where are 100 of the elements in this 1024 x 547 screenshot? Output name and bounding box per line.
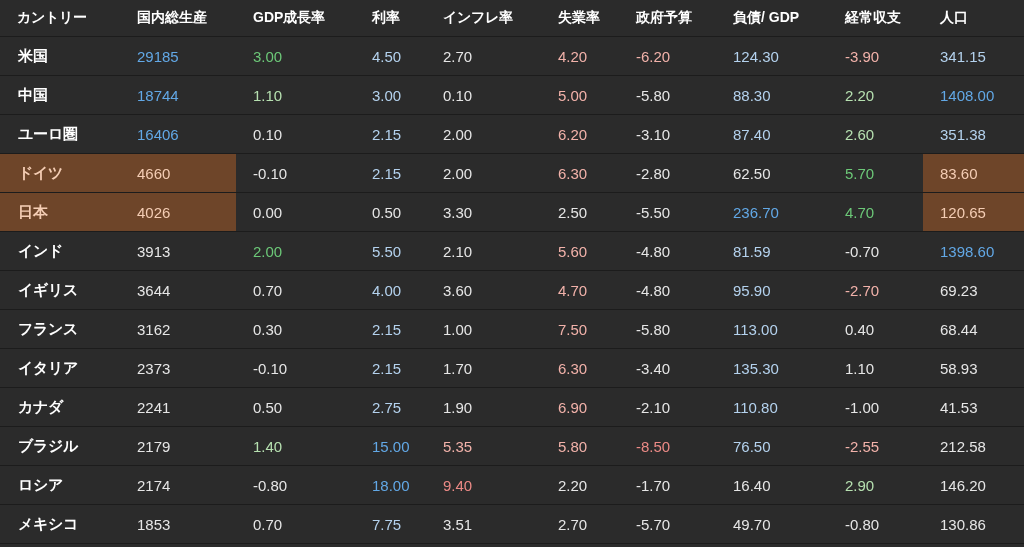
cell-value: 2.00 <box>443 164 473 182</box>
cell-value: 0.30 <box>253 320 283 338</box>
column-header: 負債/ GDP <box>732 8 801 27</box>
cell-value: 16.40 <box>733 476 771 494</box>
cell-value: 2.15 <box>372 359 402 377</box>
cell-value: 2.15 <box>372 125 402 143</box>
cell-value: 15.00 <box>372 437 410 455</box>
cell-value: -0.80 <box>845 515 880 533</box>
cell-value: 6.30 <box>558 359 588 377</box>
country-name: イギリス <box>18 280 78 300</box>
cell-value: 41.53 <box>940 398 978 416</box>
cell-value: 212.58 <box>940 437 986 455</box>
cell-value: -1.70 <box>636 476 671 494</box>
cell-value: 3.51 <box>443 515 473 533</box>
cell-value: 4.70 <box>845 203 875 221</box>
cell-value: 1398.60 <box>940 242 995 260</box>
cell-value: -0.10 <box>253 359 288 377</box>
cell-value: 5.60 <box>558 242 588 260</box>
column-header: 国内総生産 <box>136 8 208 27</box>
cell-value: 0.70 <box>253 281 283 299</box>
cell-value: 2179 <box>137 437 171 455</box>
cell-value: 113.00 <box>733 320 778 338</box>
column-header: 失業率 <box>557 8 601 27</box>
cell-value: 3.60 <box>443 281 473 299</box>
cell-value: 5.80 <box>558 437 588 455</box>
cell-value: 81.59 <box>733 242 771 260</box>
country-name: 米国 <box>18 46 48 66</box>
cell-value: 2.20 <box>558 476 588 494</box>
country-name: 中国 <box>18 85 48 105</box>
cell-value: 0.50 <box>253 398 283 416</box>
cell-value: 5.50 <box>372 242 402 260</box>
cell-value: 2.75 <box>372 398 402 416</box>
cell-value: 4.00 <box>372 281 402 299</box>
cell-value: 69.23 <box>940 281 978 299</box>
cell-value: -5.70 <box>636 515 671 533</box>
cell-value: 6.20 <box>558 125 588 143</box>
cell-value: 1.00 <box>443 320 473 338</box>
country-name: ドイツ <box>18 163 63 183</box>
country-name: メキシコ <box>18 514 78 534</box>
column-header: 利率 <box>371 8 401 27</box>
cell-value: -5.80 <box>636 320 671 338</box>
cell-value: 2.50 <box>558 203 588 221</box>
cell-value: -2.10 <box>636 398 671 416</box>
cell-value: -6.20 <box>636 47 671 65</box>
column-header: 経常収支 <box>843 8 902 27</box>
cell-value: 0.10 <box>443 86 473 104</box>
cell-value: 2.10 <box>443 242 473 260</box>
country-name: カナダ <box>18 397 63 417</box>
column-header: 政府予算 <box>635 8 693 27</box>
country-name: ロシア <box>18 475 63 495</box>
country-name: インド <box>18 241 63 261</box>
cell-value: 1.10 <box>845 359 875 377</box>
cell-value: -2.80 <box>636 164 671 182</box>
cell-value: -0.70 <box>845 242 880 260</box>
cell-value: 9.40 <box>443 476 473 494</box>
cell-value: 2.60 <box>845 125 875 143</box>
cell-value: 2.00 <box>443 125 473 143</box>
cell-value: 3.00 <box>372 86 402 104</box>
cell-value: 87.40 <box>733 125 771 143</box>
cell-value: 2.15 <box>372 320 402 338</box>
cell-value: 5.00 <box>558 86 588 104</box>
cell-value: 120.65 <box>940 203 986 221</box>
cell-value: 146.20 <box>940 476 986 494</box>
cell-value: 49.70 <box>733 515 771 533</box>
cell-value: 0.00 <box>253 203 283 221</box>
country-name: 日本 <box>18 202 48 222</box>
column-header: 人口 <box>939 8 969 27</box>
cell-value: 29185 <box>137 47 179 65</box>
cell-value: 236.70 <box>733 203 779 221</box>
cell-value: 0.40 <box>845 320 875 338</box>
cell-value: 4.50 <box>372 47 402 65</box>
cell-value: 1853 <box>137 515 171 533</box>
cell-value: 18744 <box>137 86 179 104</box>
cell-value: 2174 <box>137 476 171 494</box>
cell-value: 76.50 <box>733 437 771 455</box>
cell-value: 83.60 <box>940 164 978 182</box>
cell-value: 68.44 <box>940 320 978 338</box>
cell-value: 5.70 <box>845 164 875 182</box>
cell-value: -4.80 <box>636 281 671 299</box>
cell-value: 2.00 <box>253 242 283 260</box>
cell-value: 351.38 <box>940 125 986 143</box>
cell-value: -5.50 <box>636 203 671 221</box>
cell-value: -2.70 <box>845 281 880 299</box>
cell-value: 1.10 <box>253 86 283 104</box>
cell-value: 130.86 <box>940 515 986 533</box>
country-name: イタリア <box>18 358 78 378</box>
cell-value: 4660 <box>137 164 171 182</box>
column-header: GDP成長率 <box>252 8 327 27</box>
cell-value: 88.30 <box>733 86 771 104</box>
cell-value: 2.20 <box>845 86 875 104</box>
cell-value: 2.90 <box>845 476 875 494</box>
country-name: フランス <box>18 319 78 339</box>
cell-value: 3.30 <box>443 203 473 221</box>
cell-value: 1.70 <box>443 359 473 377</box>
cell-value: -3.10 <box>636 125 671 143</box>
cell-value: 110.80 <box>733 398 778 416</box>
cell-value: 58.93 <box>940 359 978 377</box>
cell-value: 16406 <box>137 125 179 143</box>
column-header: インフレ率 <box>442 8 514 27</box>
cell-value: 124.30 <box>733 47 779 65</box>
